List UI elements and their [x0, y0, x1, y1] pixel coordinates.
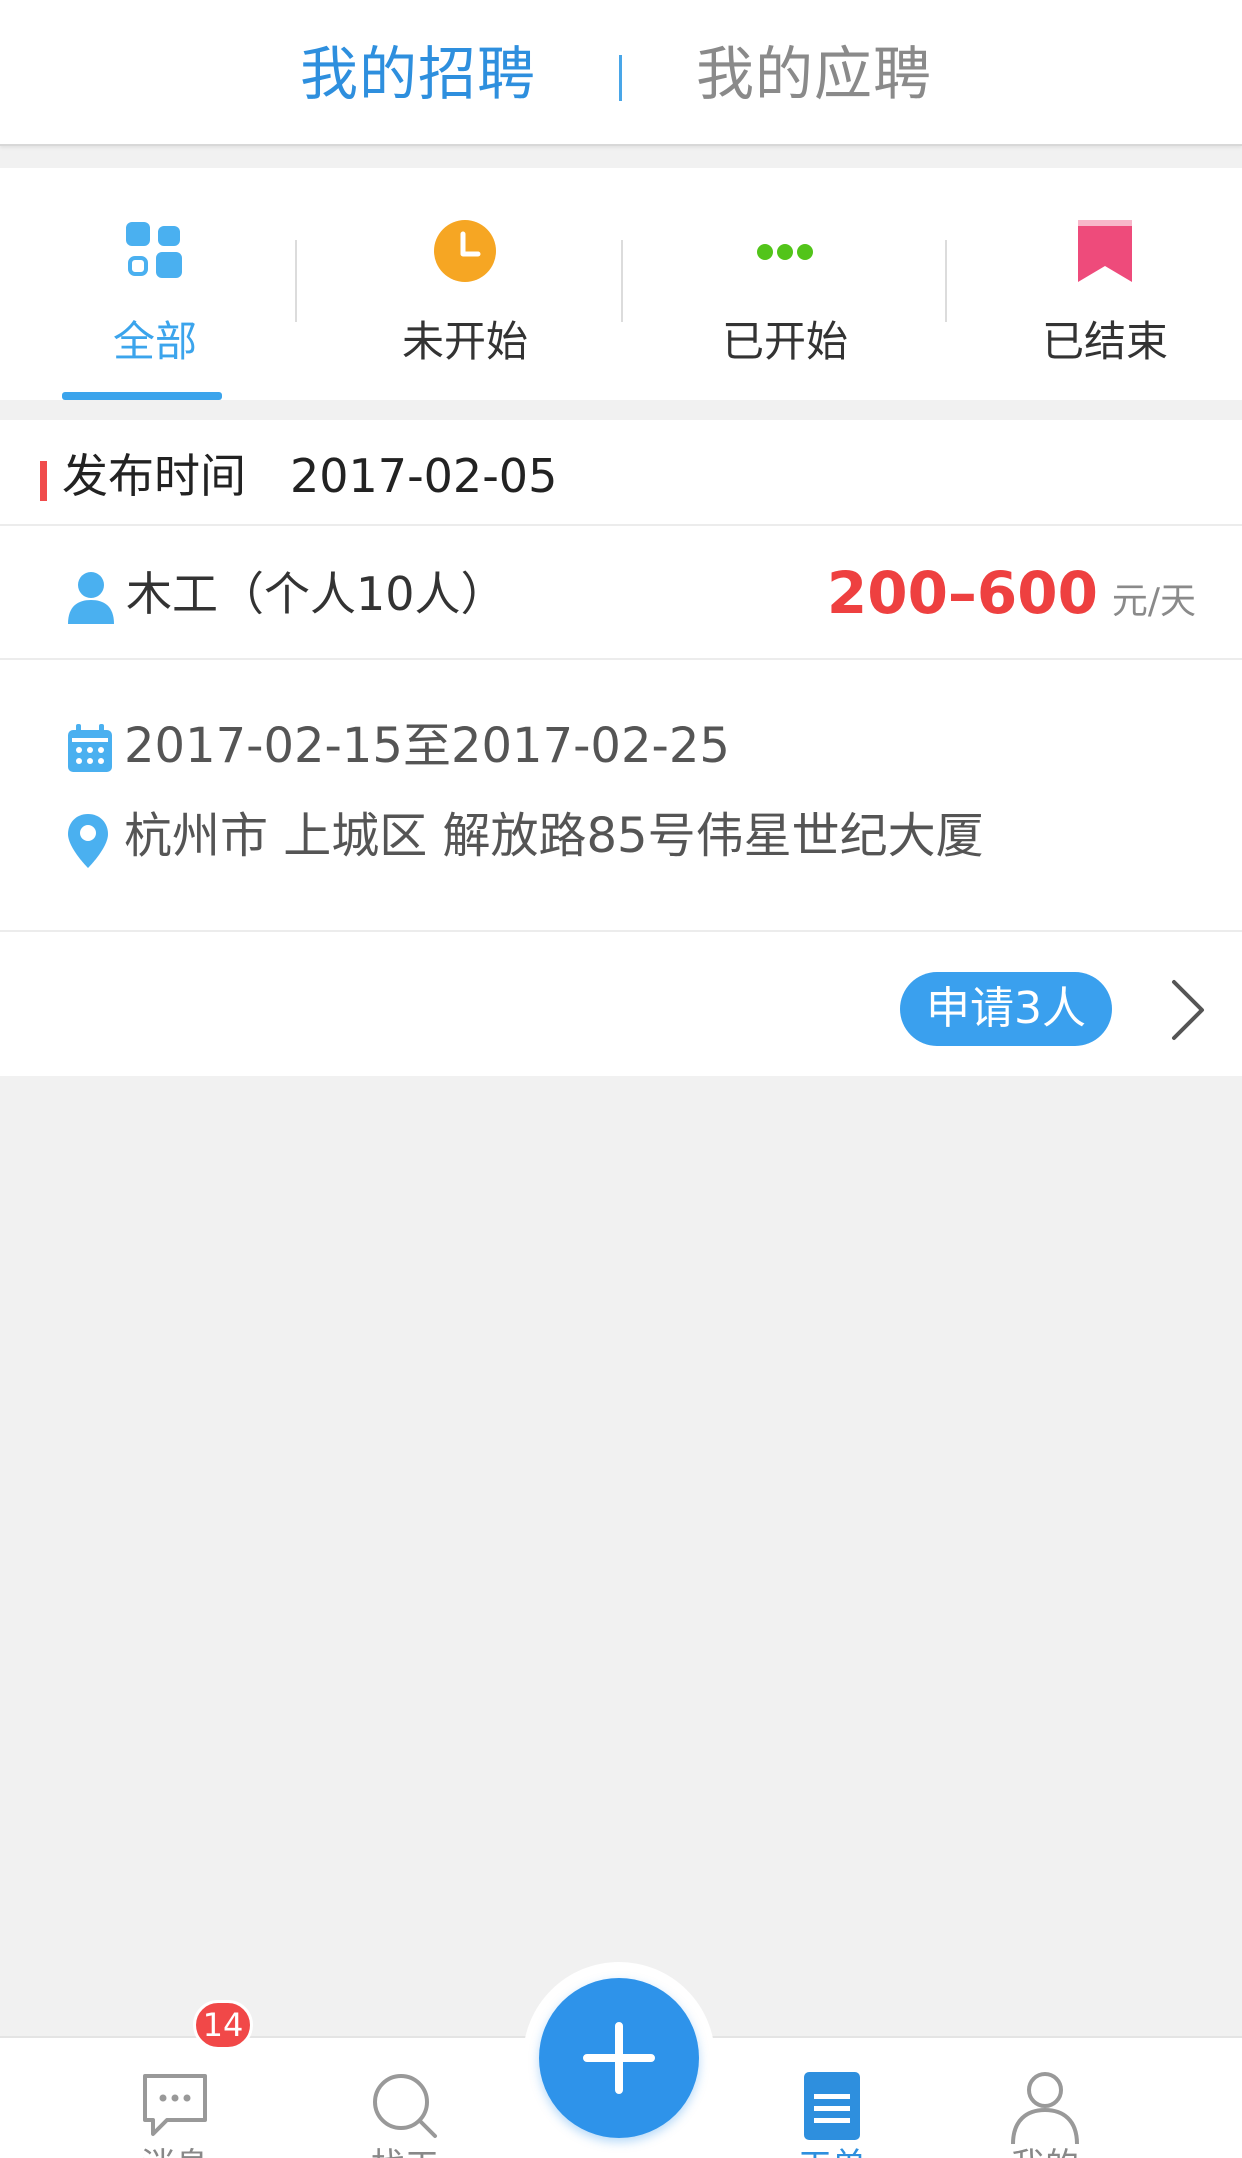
calendar-icon: [68, 724, 112, 772]
filter-label: 已结束: [1041, 317, 1168, 366]
publish-label: 发布时间: [62, 449, 246, 503]
grid-icon: [126, 222, 182, 278]
clock-icon: [434, 220, 496, 282]
tab-label: 找工: [305, 2146, 505, 2158]
card-header: 发布时间 2017-02-05: [0, 420, 1242, 526]
section-marker: [40, 461, 47, 501]
screen: 我的招聘 我的应聘 全部 未开始 已开始 已结束 发布时间 2017-02-05…: [0, 0, 1242, 2158]
segment-divider: [619, 55, 622, 101]
filter-label: 全部: [112, 317, 197, 366]
job-title: 木工（个人10人）: [126, 567, 507, 621]
filter-tab-ended[interactable]: 已结束: [950, 168, 1242, 400]
chevron-right-icon[interactable]: [1168, 978, 1208, 1042]
filter-label: 已开始: [721, 317, 848, 366]
filter-tab-not-started[interactable]: 未开始: [310, 168, 620, 400]
filter-divider: [945, 240, 947, 322]
filter-divider: [295, 240, 297, 322]
tab-my-applications[interactable]: 我的应聘: [696, 38, 932, 110]
tab-my-recruitment[interactable]: 我的招聘: [300, 38, 536, 110]
job-card[interactable]: 发布时间 2017-02-05 木工（个人10人） 200–600 元/天 20…: [0, 420, 1242, 1076]
message-count-badge: 14: [193, 2000, 253, 2050]
plus-icon: [583, 2022, 655, 2094]
chat-icon: [143, 2074, 207, 2136]
filter-divider: [621, 240, 623, 322]
filter-label: 未开始: [401, 317, 528, 366]
bookmark-icon: [1078, 220, 1132, 282]
tab-find-work[interactable]: 找工: [305, 2038, 505, 2158]
publish-date: 2017-02-05: [290, 449, 558, 503]
work-date-range: 2017-02-15至2017-02-25: [124, 718, 730, 774]
status-filter-bar: 全部 未开始 已开始 已结束: [0, 168, 1242, 400]
active-tab-underline: [62, 392, 222, 400]
applicants-button[interactable]: 申请3人: [900, 972, 1112, 1046]
job-info-block: 2017-02-15至2017-02-25 杭州市 上城区 解放路85号伟星世纪…: [0, 660, 1242, 932]
dots-icon: [757, 244, 813, 260]
tab-profile[interactable]: 我的: [945, 2038, 1145, 2158]
work-address: 杭州市 上城区 解放路85号伟星世纪大厦: [124, 808, 984, 864]
tab-label: 消息: [75, 2146, 275, 2158]
tab-work-orders[interactable]: 工单: [732, 2038, 932, 2158]
user-icon: [1011, 2072, 1079, 2144]
tab-messages[interactable]: 消息: [75, 2038, 275, 2158]
tab-label: 我的: [945, 2146, 1145, 2158]
list-icon: [804, 2072, 860, 2140]
tab-label: 工单: [732, 2146, 932, 2158]
salary-unit: 元/天: [1111, 581, 1196, 622]
person-icon: [68, 572, 114, 624]
search-icon: [373, 2074, 437, 2138]
filter-tab-all[interactable]: 全部: [0, 168, 310, 400]
add-job-button[interactable]: [539, 1978, 699, 2138]
top-segment-header: 我的招聘 我的应聘: [0, 0, 1242, 146]
job-title-row: 木工（个人10人） 200–600 元/天: [0, 526, 1242, 660]
filter-tab-started[interactable]: 已开始: [630, 168, 940, 400]
salary-range: 200–600: [826, 559, 1098, 627]
card-action-row: 申请3人: [0, 932, 1242, 1076]
location-pin-icon: [68, 814, 108, 868]
